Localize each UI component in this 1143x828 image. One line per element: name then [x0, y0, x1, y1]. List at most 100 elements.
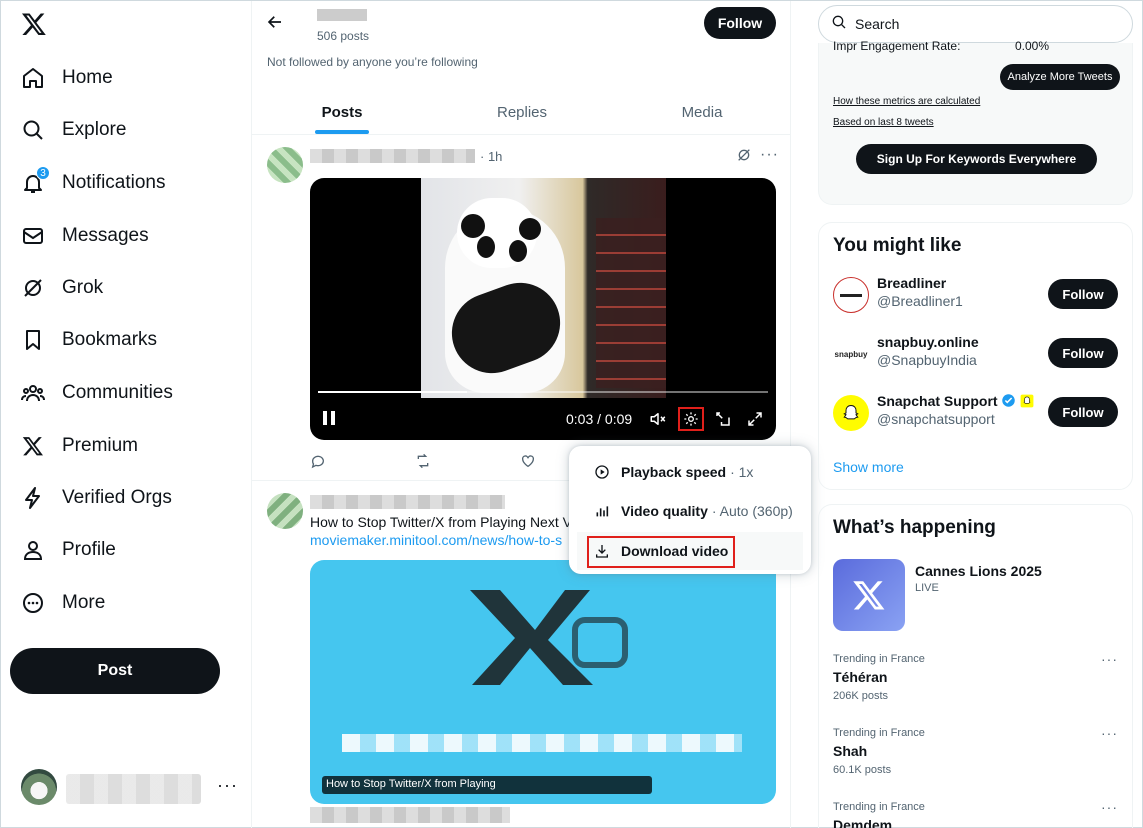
nav-notifications[interactable]: 3 Notifications	[19, 163, 166, 203]
fullscreen-icon[interactable]	[746, 410, 764, 433]
author-name-blurred[interactable]	[310, 149, 475, 163]
avatar[interactable]	[267, 493, 303, 529]
follow-button[interactable]: Follow	[704, 7, 776, 39]
follow-button[interactable]: Follow	[1048, 279, 1118, 309]
verified-badge-icon	[1002, 394, 1016, 407]
settings-gear-icon[interactable]	[678, 407, 704, 431]
account-switcher[interactable]: ···	[21, 769, 241, 809]
more-dots-icon[interactable]: ···	[1101, 725, 1118, 741]
avatar	[833, 395, 869, 431]
nav-label: Messages	[62, 225, 149, 246]
video-frame	[421, 178, 666, 398]
avatar	[21, 769, 57, 805]
trend-context: Trending in France	[833, 727, 925, 739]
suggested-account[interactable]: Snapchat Support @snapchatsupport Follow	[833, 393, 1123, 433]
video-progress-bar[interactable]	[318, 391, 768, 393]
x-logo-icon	[853, 581, 885, 610]
video-progress-fill	[318, 391, 467, 393]
tab-posts[interactable]: Posts	[252, 89, 432, 134]
repost-icon[interactable]	[415, 453, 431, 474]
follow-button[interactable]: Follow	[1048, 397, 1118, 427]
pause-icon[interactable]	[322, 410, 336, 431]
follow-button[interactable]: Follow	[1048, 338, 1118, 368]
reply-icon[interactable]	[310, 453, 326, 474]
menu-item-value: · Auto (360p)	[711, 503, 793, 519]
nav-label: Premium	[62, 435, 139, 456]
dock-video-icon[interactable]	[714, 410, 732, 433]
trend-item[interactable]: Trending in France Shah 60.1K posts ···	[833, 725, 1123, 783]
tweet-link[interactable]: moviemaker.minitool.com/news/how-to-s	[310, 532, 562, 548]
next-tweet-blurred	[310, 807, 510, 823]
nav-label: More	[62, 592, 106, 613]
back-arrow-icon[interactable]	[266, 13, 284, 36]
nav-premium[interactable]: Premium	[19, 426, 138, 466]
x-logo-icon[interactable]	[21, 11, 47, 37]
link-card[interactable]: How to Stop Twitter/X from Playing	[310, 560, 776, 804]
nav-label: Explore	[62, 119, 127, 140]
video-time: 0:03 / 0:09	[566, 411, 633, 427]
more-dots-icon: ···	[217, 775, 238, 795]
nav-more[interactable]: More	[19, 583, 105, 623]
card-caption: How to Stop Twitter/X from Playing	[322, 776, 652, 794]
based-on-link[interactable]: Based on last 8 tweets	[833, 117, 934, 128]
suggested-account[interactable]: snapbuy snapbuy.online @SnapbuyIndia Fol…	[833, 334, 1123, 374]
video-player[interactable]: 0:03 / 0:09	[310, 178, 776, 440]
panda-ear	[461, 214, 485, 238]
avatar	[833, 277, 869, 313]
account-name: snapbuy.online	[877, 334, 979, 350]
more-dots-icon[interactable]: ···	[760, 146, 779, 164]
like-icon[interactable]	[520, 453, 536, 474]
play-circle-icon	[593, 463, 611, 481]
signup-keywords-button[interactable]: Sign Up For Keywords Everywhere	[856, 144, 1097, 174]
trend-name: Shah	[833, 743, 868, 759]
trend-item[interactable]: Trending in France Demdem ···	[833, 799, 1123, 828]
metric-label: Impr Engagement Rate:	[833, 39, 961, 53]
avatar[interactable]	[267, 147, 303, 183]
avatar: snapbuy	[833, 336, 869, 372]
panda-ear	[519, 218, 541, 240]
x-logo-icon	[19, 432, 47, 460]
tweet-time[interactable]: · 1h	[480, 149, 502, 164]
who-to-follow-panel: You might like Breadliner @Breadliner1 F…	[818, 222, 1133, 490]
author-name-blurred[interactable]	[310, 495, 505, 509]
nav-home[interactable]: Home	[19, 58, 113, 98]
nav-explore[interactable]: Explore	[19, 110, 126, 150]
search-box[interactable]	[818, 5, 1133, 43]
download-video-option[interactable]: Download video	[577, 532, 803, 570]
event-image[interactable]	[833, 559, 905, 631]
nav-messages[interactable]: Messages	[19, 216, 149, 256]
download-icon	[593, 542, 611, 560]
more-dots-icon[interactable]: ···	[1101, 799, 1118, 815]
card-title-blurred	[342, 734, 742, 752]
tab-replies[interactable]: Replies	[432, 89, 612, 134]
metrics-info-link[interactable]: How these metrics are calculated	[833, 96, 980, 107]
nav-label: Home	[62, 67, 113, 88]
main-timeline: 506 posts Follow Not followed by anyone …	[251, 1, 791, 828]
panel-title: What’s happening	[833, 517, 996, 538]
profile-name-blurred	[317, 9, 367, 21]
nav-bookmarks[interactable]: Bookmarks	[19, 320, 157, 360]
left-navigation: Home Explore 3 Notifications Messages Gr…	[1, 1, 251, 828]
tab-media[interactable]: Media	[612, 89, 790, 134]
show-more-link[interactable]: Show more	[833, 459, 904, 475]
video-quality-option[interactable]: Video quality · Auto (360p)	[577, 492, 803, 530]
nav-verified-orgs[interactable]: Verified Orgs	[19, 478, 172, 518]
playback-speed-option[interactable]: Playback speed · 1x	[577, 453, 803, 491]
muted-speaker-icon[interactable]	[648, 410, 668, 433]
suggested-account[interactable]: Breadliner @Breadliner1 Follow	[833, 275, 1123, 315]
analyze-tweets-button[interactable]: Analyze More Tweets	[1000, 64, 1120, 90]
post-button[interactable]: Post	[10, 648, 220, 694]
more-dots-icon[interactable]: ···	[1101, 651, 1118, 667]
search-input[interactable]	[855, 16, 1105, 32]
grok-icon[interactable]	[736, 147, 752, 168]
menu-item-value: · 1x	[730, 464, 754, 480]
breadliner-logo	[840, 293, 862, 297]
nav-communities[interactable]: Communities	[19, 373, 173, 413]
home-icon	[19, 64, 47, 92]
trend-item[interactable]: Trending in France Téhéran 206K posts ··…	[833, 651, 1123, 709]
nav-grok[interactable]: Grok	[19, 268, 103, 308]
background-building	[596, 218, 666, 388]
event-title[interactable]: Cannes Lions 2025	[915, 563, 1042, 579]
nav-profile[interactable]: Profile	[19, 530, 116, 570]
trend-count: 206K posts	[833, 690, 889, 702]
